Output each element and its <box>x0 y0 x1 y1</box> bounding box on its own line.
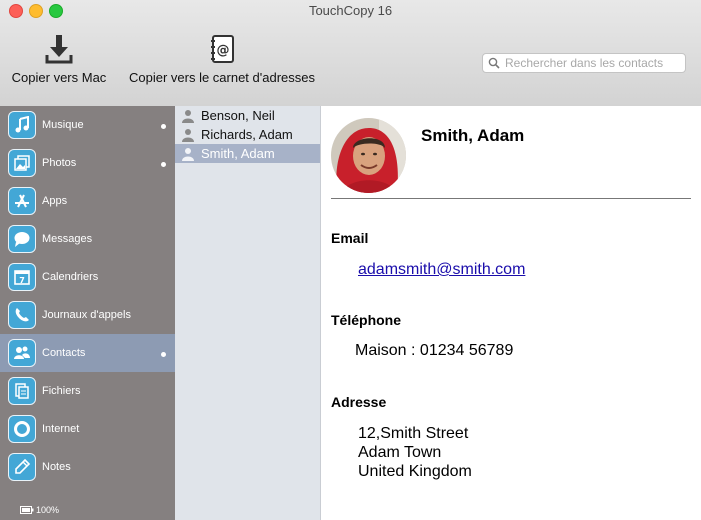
sidebar-item-journaux-dappels[interactable]: Journaux d'appels <box>0 296 175 334</box>
sidebar-item-label: Photos <box>42 157 77 169</box>
sidebar-item-label: Musique <box>42 119 84 131</box>
sidebar-item-label: Journaux d'appels <box>42 309 131 321</box>
search-box[interactable] <box>482 53 686 73</box>
search-input[interactable] <box>505 55 681 71</box>
touchcopy-window: TouchCopy 16 Copier vers Mac @ Copier ve… <box>0 0 701 520</box>
sidebar-item-label: Messages <box>42 233 93 245</box>
battery-level: 100% <box>36 505 60 515</box>
sidebar-item-label: Notes <box>42 461 71 473</box>
copy-to-mac-button[interactable]: Copier vers Mac <box>4 32 114 85</box>
contact-name: Smith, Adam <box>201 146 275 161</box>
svg-text:@: @ <box>217 43 230 58</box>
download-icon <box>45 35 73 64</box>
address-line: United Kingdom <box>358 463 472 480</box>
pencil-icon <box>8 453 36 481</box>
sidebar-item-contacts[interactable]: Contacts <box>0 334 175 372</box>
contact-title: Smith, Adam <box>421 126 525 145</box>
svg-text:7: 7 <box>19 276 25 285</box>
person-icon <box>182 109 194 123</box>
calendar-icon: 7 <box>8 263 36 291</box>
phone-heading: Téléphone <box>331 312 402 328</box>
sidebar-item-apps[interactable]: Apps <box>0 182 175 220</box>
sidebar-item-fichiers[interactable]: Fichiers <box>0 372 175 410</box>
avatar <box>331 118 406 193</box>
music-note-icon <box>8 111 36 139</box>
contact-photo <box>331 118 406 193</box>
email-heading: Email <box>331 230 369 246</box>
sidebar-item-label: Calendriers <box>42 271 99 283</box>
address-line: 12,Smith Street <box>358 425 469 442</box>
sidebar-item-notes[interactable]: Notes <box>0 448 175 486</box>
header-divider <box>331 198 691 199</box>
copy-to-address-book-label: Copier vers le carnet d'adresses <box>128 70 315 85</box>
copy-to-mac-label: Copier vers Mac <box>11 70 107 85</box>
email-link[interactable]: adamsmith@smith.com <box>358 261 525 279</box>
sidebar: Musique Photos Apps Messages 7 Calendrie… <box>0 106 175 520</box>
window-title: TouchCopy 16 <box>308 3 393 18</box>
sidebar-item-musique[interactable]: Musique <box>0 106 175 144</box>
contact-detail: Smith, Adam Email adamsmith@smith.com Té… <box>321 106 701 520</box>
phone-icon <box>8 301 36 329</box>
battery-status: 100% <box>20 505 59 515</box>
app-store-icon <box>8 187 36 215</box>
speech-bubble-icon <box>8 225 36 253</box>
contact-row-richards-adam[interactable]: Richards, Adam <box>175 125 320 144</box>
phone-value: Maison : 01234 56789 <box>355 342 514 359</box>
address-heading: Adresse <box>331 394 387 410</box>
sidebar-item-label: Contacts <box>42 347 86 359</box>
internet-icon <box>8 415 36 443</box>
sidebar-item-label: Fichiers <box>42 385 81 397</box>
titlebar-toolbar: TouchCopy 16 Copier vers Mac @ Copier ve… <box>0 0 701 107</box>
contacts-icon <box>8 339 36 367</box>
photos-icon <box>8 149 36 177</box>
sync-dot <box>161 162 166 167</box>
copy-to-address-book-button[interactable]: @ Copier vers le carnet d'adresses <box>120 32 324 85</box>
sync-dot <box>161 124 166 129</box>
sidebar-item-messages[interactable]: Messages <box>0 220 175 258</box>
contact-row-benson-neil[interactable]: Benson, Neil <box>175 106 320 125</box>
sidebar-item-calendriers[interactable]: 7 Calendriers <box>0 258 175 296</box>
address-block: 12,Smith Street Adam Town United Kingdom <box>358 424 472 481</box>
sidebar-item-internet[interactable]: Internet <box>0 410 175 448</box>
sidebar-item-label: Apps <box>42 195 68 207</box>
sidebar-item-photos[interactable]: Photos <box>0 144 175 182</box>
contact-list: Benson, Neil Richards, Adam Smith, Adam <box>175 106 321 520</box>
files-icon <box>8 377 36 405</box>
sync-dot <box>161 352 166 357</box>
search-icon <box>488 57 500 69</box>
address-book-icon: @ <box>211 35 234 63</box>
person-icon <box>182 128 194 142</box>
sidebar-item-label: Internet <box>42 423 80 435</box>
address-line: Adam Town <box>358 444 442 461</box>
contact-row-smith-adam[interactable]: Smith, Adam <box>175 144 320 163</box>
battery-icon <box>20 506 34 514</box>
contact-name: Richards, Adam <box>201 127 293 142</box>
contact-name: Benson, Neil <box>201 108 275 123</box>
person-icon <box>182 147 194 161</box>
